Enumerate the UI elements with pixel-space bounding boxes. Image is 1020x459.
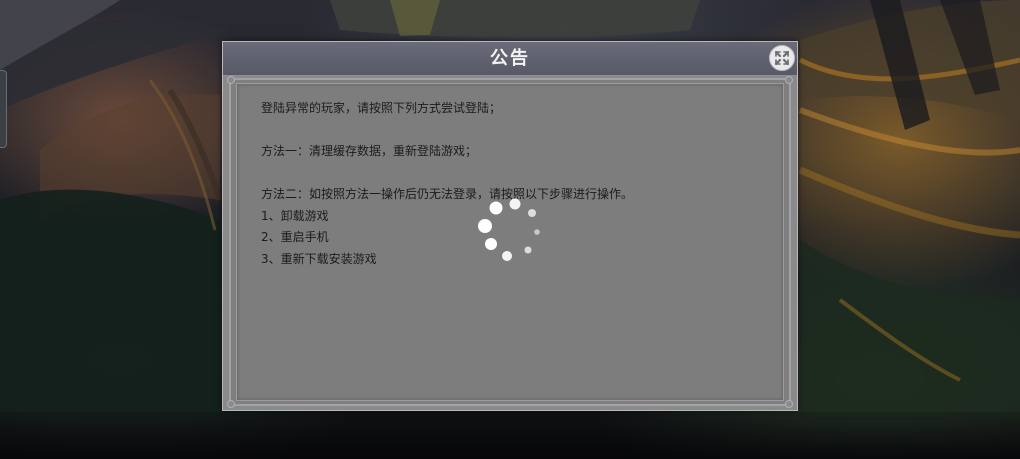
notice-line: 方法一：清理缓存数据，重新登陆游戏； bbox=[261, 144, 478, 158]
frame-corner-ornament bbox=[227, 400, 235, 408]
side-drawer-handle[interactable] bbox=[0, 70, 7, 148]
dialog-titlebar: 公告 bbox=[223, 42, 797, 76]
dialog-title: 公告 bbox=[490, 48, 530, 69]
frame-corner-ornament bbox=[227, 76, 235, 84]
close-icon bbox=[774, 50, 790, 66]
frame-corner-ornament bbox=[785, 400, 793, 408]
game-screen: 公告 登陆异常的玩家，请按照下列方式尝试登陆； 方法一：清理缓存数据，重新登陆游… bbox=[0, 0, 1020, 459]
frame-corner-ornament bbox=[785, 76, 793, 84]
loading-spinner-icon bbox=[478, 198, 540, 261]
bottom-shade bbox=[0, 412, 1020, 459]
notice-line: 登陆异常的玩家，请按照下列方式尝试登陆； bbox=[261, 101, 502, 115]
close-button[interactable] bbox=[769, 45, 795, 71]
